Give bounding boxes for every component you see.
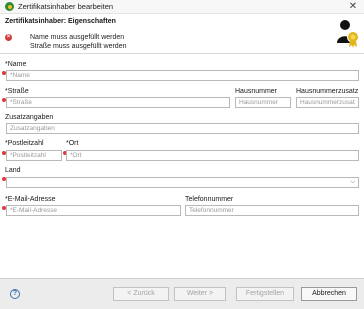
certificate-user-icon	[337, 20, 359, 48]
phone-input[interactable]	[186, 206, 358, 215]
phone-field[interactable]	[185, 205, 359, 216]
chevron-down-icon[interactable]: ⌵	[350, 179, 355, 186]
house-number-input[interactable]	[236, 98, 290, 107]
page-heading: Zertifikatsinhaber: Eigenschaften	[5, 18, 116, 25]
house-number-suffix-field[interactable]	[296, 97, 359, 108]
country-label: Land	[5, 167, 21, 174]
house-number-suffix-label: Hausnummerzusatz	[296, 88, 359, 95]
street-label: *Straße	[5, 88, 29, 95]
app-icon	[5, 2, 14, 11]
street-input[interactable]	[7, 98, 229, 107]
name-label: *Name	[5, 61, 27, 68]
house-number-label: Hausnummer	[235, 88, 278, 95]
house-number-field[interactable]	[235, 97, 291, 108]
additional-info-field[interactable]	[6, 123, 359, 134]
wizard-header: Zertifikatsinhaber: Eigenschaften × Name…	[0, 14, 364, 54]
postal-code-field[interactable]	[6, 150, 62, 161]
name-field[interactable]	[6, 70, 359, 81]
city-field[interactable]	[66, 150, 359, 161]
postal-code-input[interactable]	[7, 151, 61, 160]
city-input[interactable]	[67, 151, 358, 160]
email-field[interactable]	[6, 205, 181, 216]
country-select[interactable]: ⌵	[6, 177, 359, 188]
email-input[interactable]	[7, 206, 180, 215]
cancel-button[interactable]: Abbrechen	[301, 287, 357, 301]
city-label: *Ort	[66, 140, 79, 147]
postal-code-label: *Postleitzahl	[5, 140, 44, 147]
error-icon: ×	[5, 34, 12, 41]
name-input[interactable]	[7, 71, 358, 80]
help-icon[interactable]: ?	[10, 289, 20, 299]
finish-button[interactable]: Fertigstellen	[236, 287, 294, 301]
window-titlebar: Zertifikatsinhaber bearbeiten ✕	[0, 0, 364, 14]
phone-label: Telefonnummer	[185, 196, 234, 203]
wizard-footer: ? < Zurück Weiter > Fertigstellen Abbrec…	[0, 278, 364, 309]
additional-info-input[interactable]	[7, 124, 358, 133]
close-icon[interactable]: ✕	[348, 0, 358, 14]
additional-info-label: Zusatzangaben	[5, 114, 54, 121]
street-field[interactable]	[6, 97, 230, 108]
window-title: Zertifikatsinhaber bearbeiten	[18, 2, 114, 11]
error-message-street: Straße muss ausgefüllt werden	[30, 43, 127, 50]
error-message-name: Name muss ausgefüllt werden	[30, 34, 125, 41]
next-button[interactable]: Weiter >	[174, 287, 226, 301]
house-number-suffix-input[interactable]	[297, 98, 358, 107]
email-label: *E-Mail-Adresse	[5, 196, 56, 203]
back-button[interactable]: < Zurück	[113, 287, 169, 301]
